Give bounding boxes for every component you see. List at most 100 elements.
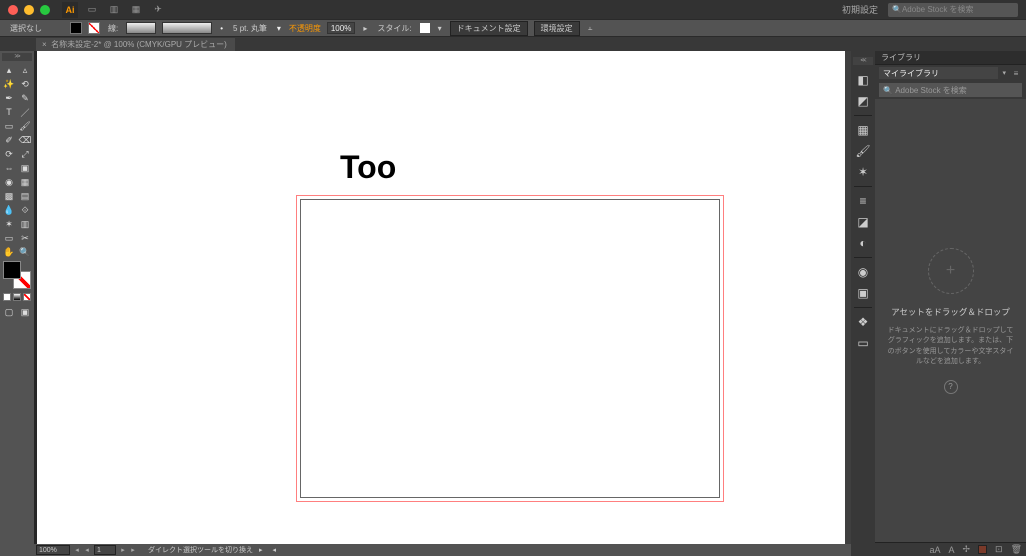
last-artboard[interactable]: ▸ — [128, 545, 138, 555]
shape-builder-tool[interactable]: ◉ — [1, 175, 17, 189]
perspective-tool[interactable]: ▦ — [17, 175, 33, 189]
hand-tool[interactable]: ✋ — [1, 245, 17, 259]
shaper-tool[interactable]: ✐ — [1, 133, 17, 147]
lib-add-color-icon[interactable] — [978, 545, 987, 554]
artboard-tool[interactable]: ▭ — [1, 231, 17, 245]
paintbrush-tool[interactable]: 🖌 — [17, 119, 33, 133]
workspace-switcher[interactable]: 初期設定 — [842, 3, 878, 16]
variable-width-dropdown[interactable] — [162, 22, 212, 34]
prev-artboard[interactable]: ◂ — [72, 545, 82, 555]
status-hint: ダイレクト選択ツールを切り換え — [148, 545, 253, 555]
canvas[interactable]: Too — [37, 51, 845, 544]
lib-delete-icon[interactable]: 🗑 — [1011, 544, 1022, 555]
traffic-light-zoom[interactable] — [40, 5, 50, 15]
line-tool[interactable]: ／ — [17, 105, 33, 119]
mesh-tool[interactable]: ▩ — [1, 189, 17, 203]
free-transform-tool[interactable]: ▣ — [17, 161, 33, 175]
graphic-styles-panel-icon[interactable]: ▣ — [854, 284, 872, 302]
panel-rail: ◧ ◩ ▦ 🖌 ✶ ≡ ◪ ◐ ◉ ▣ ❖ ▭ — [851, 51, 875, 556]
text-object[interactable]: Too — [340, 149, 396, 186]
width-tool[interactable]: ⇔ — [1, 161, 17, 175]
first-artboard[interactable]: ◂ — [82, 545, 92, 555]
gradient-tool[interactable]: ▤ — [17, 189, 33, 203]
zoom-tool[interactable]: 🔍 — [17, 245, 33, 259]
brushes-panel-icon[interactable]: 🖌 — [854, 142, 872, 160]
titlebar-arrange-icon[interactable]: ▥ — [106, 3, 122, 17]
swatches-panel-icon[interactable]: ▦ — [854, 121, 872, 139]
lasso-tool[interactable]: ⟲ — [17, 77, 33, 91]
color-guide-panel-icon[interactable]: ◩ — [854, 92, 872, 110]
color-mode[interactable] — [3, 293, 11, 301]
traffic-light-close[interactable] — [8, 5, 18, 15]
libraries-panel-header[interactable]: ライブラリ — [875, 51, 1026, 65]
lib-add-icon[interactable]: ⊡ — [995, 544, 1003, 555]
tool-panel-expand[interactable] — [2, 53, 32, 61]
titlebar-layout-icon[interactable]: ▭ — [84, 3, 100, 17]
artboard-number[interactable]: 1 — [94, 545, 116, 555]
column-graph-tool[interactable]: ▥ — [17, 217, 33, 231]
style-swatch[interactable] — [420, 23, 430, 33]
direct-selection-tool[interactable]: ▵ — [17, 63, 33, 77]
draw-normal[interactable]: ▢ — [1, 305, 17, 319]
layers-panel-icon[interactable]: ❖ — [854, 313, 872, 331]
magic-wand-tool[interactable]: ✨ — [1, 77, 17, 91]
rotate-tool[interactable]: ⟳ — [1, 147, 17, 161]
fill-color[interactable] — [3, 261, 21, 279]
library-search[interactable]: 🔍 Adobe Stock を検索 — [879, 83, 1022, 97]
type-tool[interactable]: T — [1, 105, 17, 119]
tool-panel: ▴▵ ✨⟲ ✒✎ T／ ▭🖌 ✐⌫ ⟳⤢ ⇔▣ ◉▦ ▩▤ 💧⟐ ✶▥ ▭✂ ✋… — [0, 51, 34, 556]
library-search-placeholder: Adobe Stock を検索 — [895, 85, 967, 96]
document-setup-button[interactable]: ドキュメント設定 — [450, 21, 528, 36]
library-drop-circle: + — [928, 248, 974, 294]
lib-add-object-icon[interactable]: ✢ — [962, 544, 970, 555]
fill-stroke-swatches[interactable] — [3, 261, 31, 289]
stroke-swatch[interactable] — [88, 22, 100, 34]
document-tab-bar: × 名称未設定-2* @ 100% (CMYK/GPU プレビュー) — [0, 37, 1026, 51]
eyedropper-tool[interactable]: 💧 — [1, 203, 17, 217]
document-tab[interactable]: × 名称未設定-2* @ 100% (CMYK/GPU プレビュー) — [36, 38, 235, 51]
transparency-panel-icon[interactable]: ◐ — [854, 234, 872, 252]
lib-add-char-icon[interactable]: A — [948, 545, 954, 555]
gradient-mode[interactable] — [13, 293, 21, 301]
traffic-light-minimize[interactable] — [24, 5, 34, 15]
document-tab-title: 名称未設定-2* @ 100% (CMYK/GPU プレビュー) — [51, 39, 227, 50]
titlebar-grid-icon[interactable]: ▦ — [128, 3, 144, 17]
next-artboard[interactable]: ▸ — [118, 545, 128, 555]
stock-search[interactable]: 🔍 Adobe Stock を検索 — [888, 3, 1018, 17]
library-drop-area[interactable]: + アセットをドラッグ＆ドロップ ドキュメントにドラッグ＆ドロップしてグラフィッ… — [875, 99, 1026, 542]
preferences-button[interactable]: 環境設定 — [534, 21, 580, 36]
zoom-level[interactable]: 100% — [36, 545, 70, 555]
appearance-panel-icon[interactable]: ◉ — [854, 263, 872, 281]
titlebar-arrow-icon[interactable]: ✈ — [150, 3, 166, 17]
screen-mode[interactable]: ▣ — [17, 305, 33, 319]
eraser-tool[interactable]: ⌫ — [17, 133, 33, 147]
library-selector-caret[interactable]: ▾ — [1000, 69, 1008, 77]
opacity-value[interactable]: 100% — [327, 22, 355, 34]
rectangle-tool[interactable]: ▭ — [1, 119, 17, 133]
opacity-label[interactable]: 不透明度 — [289, 23, 321, 34]
rail-expand[interactable] — [853, 57, 873, 65]
curvature-tool[interactable]: ✎ — [17, 91, 33, 105]
align-icon[interactable]: ⫠ — [586, 23, 595, 33]
color-panel-icon[interactable]: ◧ — [854, 71, 872, 89]
lib-add-text-icon[interactable]: aA — [929, 545, 940, 555]
stroke-panel-icon[interactable]: ≡ — [854, 192, 872, 210]
artboards-panel-icon[interactable]: ▭ — [854, 334, 872, 352]
library-panel-menu-icon[interactable]: ≡ — [1010, 67, 1022, 79]
artboard[interactable] — [300, 199, 720, 498]
pen-tool[interactable]: ✒ — [1, 91, 17, 105]
library-info-icon[interactable]: ? — [944, 380, 958, 394]
vertical-scrollbar[interactable] — [845, 51, 851, 544]
stroke-weight-dropdown[interactable] — [126, 22, 156, 34]
brush-name[interactable]: 5 pt. 丸筆 — [231, 23, 269, 34]
slice-tool[interactable]: ✂ — [17, 231, 33, 245]
symbol-sprayer-tool[interactable]: ✶ — [1, 217, 17, 231]
symbols-panel-icon[interactable]: ✶ — [854, 163, 872, 181]
blend-tool[interactable]: ⟐ — [17, 203, 33, 217]
selection-tool[interactable]: ▴ — [1, 63, 17, 77]
none-mode[interactable] — [23, 293, 31, 301]
gradient-panel-icon[interactable]: ◪ — [854, 213, 872, 231]
library-selector[interactable]: マイライブラリ — [879, 67, 998, 79]
fill-swatch[interactable] — [70, 22, 82, 34]
scale-tool[interactable]: ⤢ — [17, 147, 33, 161]
